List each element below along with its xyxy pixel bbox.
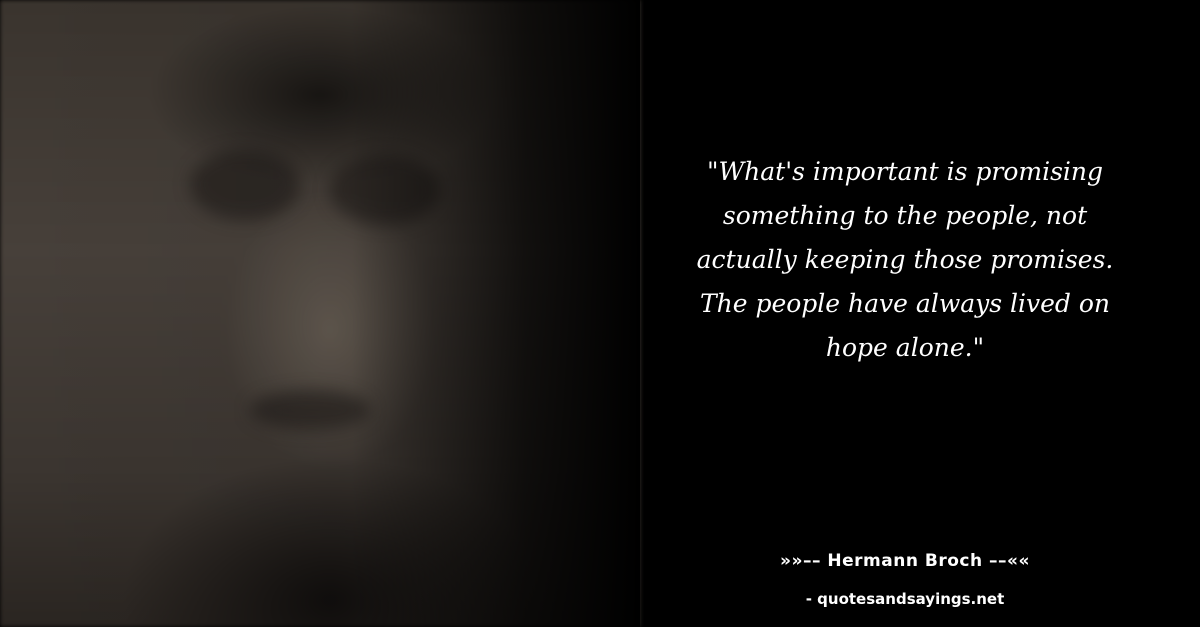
quote-line: something to the people, not xyxy=(722,201,1088,230)
quote-text: "What's important is promising something… xyxy=(660,150,1150,370)
quote-card: "What's important is promising something… xyxy=(0,0,1200,627)
quote-line: hope alone." xyxy=(825,333,985,362)
quote-line: "What's important is promising xyxy=(706,157,1104,186)
source-credit: - quotesandsayings.net xyxy=(805,590,1005,608)
quote-line: actually keeping those promises. xyxy=(696,245,1114,274)
author-attribution: »»–– Hermann Broch ––«« xyxy=(780,551,1030,571)
quote-block: "What's important is promising something… xyxy=(660,150,1150,370)
portrait-fade-overlay xyxy=(0,0,640,627)
quote-line: The people have always lived on xyxy=(699,289,1111,318)
